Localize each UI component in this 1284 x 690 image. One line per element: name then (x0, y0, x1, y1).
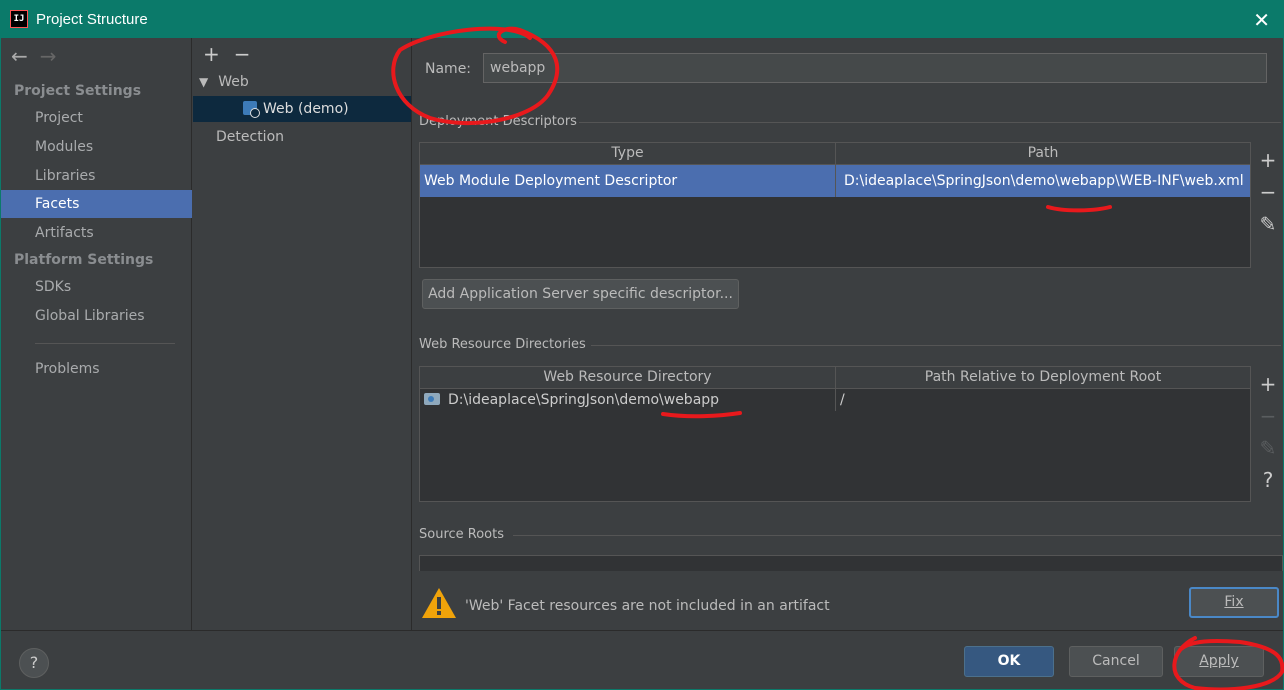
section-divider (579, 122, 1281, 123)
add-server-descriptor-button[interactable]: Add Application Server specific descript… (422, 279, 739, 309)
resource-side-toolbar: + − ✎ ? (1253, 368, 1283, 496)
column-header-relative-path[interactable]: Path Relative to Deployment Root (836, 367, 1250, 388)
remove-icon[interactable]: − (1260, 176, 1277, 208)
sidebar-item-artifacts[interactable]: Artifacts (1, 219, 192, 247)
table-row[interactable]: Web Module Deployment Descriptor D:\idea… (420, 165, 1250, 197)
remove-icon[interactable]: − (1260, 400, 1277, 432)
tree-node-web-label: Web (218, 74, 249, 90)
add-facet-icon[interactable]: + (203, 42, 220, 66)
facet-name-input[interactable] (483, 53, 1267, 83)
sidebar-item-problems[interactable]: Problems (1, 355, 192, 383)
settings-sidebar: ← → Project Settings Project Modules Libr… (1, 38, 192, 630)
warning-message: 'Web' Facet resources are not included i… (465, 598, 830, 614)
web-resource-dirs-title: Web Resource Directories (419, 337, 586, 352)
expand-arrow-icon[interactable]: ▼ (199, 75, 208, 89)
close-icon[interactable]: ✕ (1253, 8, 1270, 32)
edit-icon[interactable]: ✎ (1260, 208, 1277, 240)
column-header-path[interactable]: Path (836, 143, 1250, 164)
name-label: Name: (425, 61, 472, 77)
descriptor-path-cell[interactable]: D:\ideaplace\SpringJson\demo\webapp\WEB-… (836, 165, 1250, 197)
web-facet-icon (243, 101, 260, 118)
descriptor-side-toolbar: + − ✎ (1253, 144, 1283, 240)
source-roots-title: Source Roots (419, 527, 505, 542)
sidebar-item-global-libraries[interactable]: Global Libraries (1, 302, 192, 330)
relative-path-cell[interactable]: / (836, 389, 1250, 411)
table-header: Web Resource Directory Path Relative to … (420, 367, 1250, 389)
column-header-web-resource-dir[interactable]: Web Resource Directory (420, 367, 836, 388)
descriptor-type-cell[interactable]: Web Module Deployment Descriptor (420, 165, 836, 197)
back-arrow-icon[interactable]: ← (11, 44, 28, 68)
add-icon[interactable]: + (1260, 368, 1277, 400)
facet-tree-panel: + − ▼ Web Web (demo) Detection (193, 38, 412, 630)
resource-dir-cell[interactable]: D:\ideaplace\SpringJson\demo\webapp (420, 389, 836, 411)
apply-button[interactable]: Apply (1174, 646, 1264, 677)
deployment-descriptors-table: Type Path Web Module Deployment Descript… (419, 142, 1251, 268)
web-folder-icon (424, 393, 440, 405)
sidebar-item-sdks[interactable]: SDKs (1, 273, 192, 301)
add-icon[interactable]: + (1260, 144, 1277, 176)
nav-arrows: ← → (11, 44, 57, 68)
help-button[interactable]: ? (19, 648, 49, 678)
source-roots-list (419, 555, 1283, 571)
remove-facet-icon[interactable]: − (234, 42, 251, 66)
sidebar-divider (35, 343, 175, 344)
section-divider (591, 345, 1281, 346)
tree-node-web-demo[interactable]: Web (demo) (193, 96, 411, 122)
fix-button[interactable]: Fix (1189, 587, 1279, 618)
sidebar-item-project[interactable]: Project (1, 104, 192, 132)
table-header: Type Path (420, 143, 1250, 165)
table-row[interactable]: D:\ideaplace\SpringJson\demo\webapp / (420, 389, 1250, 411)
window-title: Project Structure (36, 10, 148, 28)
resource-dir-path: D:\ideaplace\SpringJson\demo\webapp (448, 392, 720, 408)
sidebar-item-modules[interactable]: Modules (1, 133, 192, 161)
edit-icon[interactable]: ✎ (1260, 432, 1277, 464)
help-icon[interactable]: ? (1263, 464, 1274, 496)
facet-tree-toolbar: + − (203, 42, 265, 66)
project-settings-header: Project Settings (14, 83, 142, 99)
deployment-descriptors-title: Deployment Descriptors (419, 114, 577, 129)
sidebar-item-facets[interactable]: Facets (1, 190, 192, 218)
tree-node-web-demo-label: Web (demo) (263, 101, 349, 117)
title-bar: IJ Project Structure ✕ (0, 0, 1284, 38)
tree-node-detection[interactable]: Detection (216, 129, 284, 145)
platform-settings-header: Platform Settings (14, 252, 154, 268)
sidebar-item-libraries[interactable]: Libraries (1, 162, 192, 190)
warning-icon (422, 588, 456, 618)
cancel-button[interactable]: Cancel (1069, 646, 1163, 677)
section-divider (513, 535, 1281, 536)
dialog-footer: ? OK Cancel Apply (1, 630, 1283, 689)
column-header-type[interactable]: Type (420, 143, 836, 164)
facet-details: Name: Deployment Descriptors Type Path W… (413, 38, 1283, 630)
intellij-icon: IJ (10, 10, 28, 28)
forward-arrow-icon[interactable]: → (40, 44, 57, 68)
ok-button[interactable]: OK (964, 646, 1054, 677)
tree-node-web[interactable]: ▼ Web (199, 74, 249, 90)
web-resource-dirs-table: Web Resource Directory Path Relative to … (419, 366, 1251, 502)
